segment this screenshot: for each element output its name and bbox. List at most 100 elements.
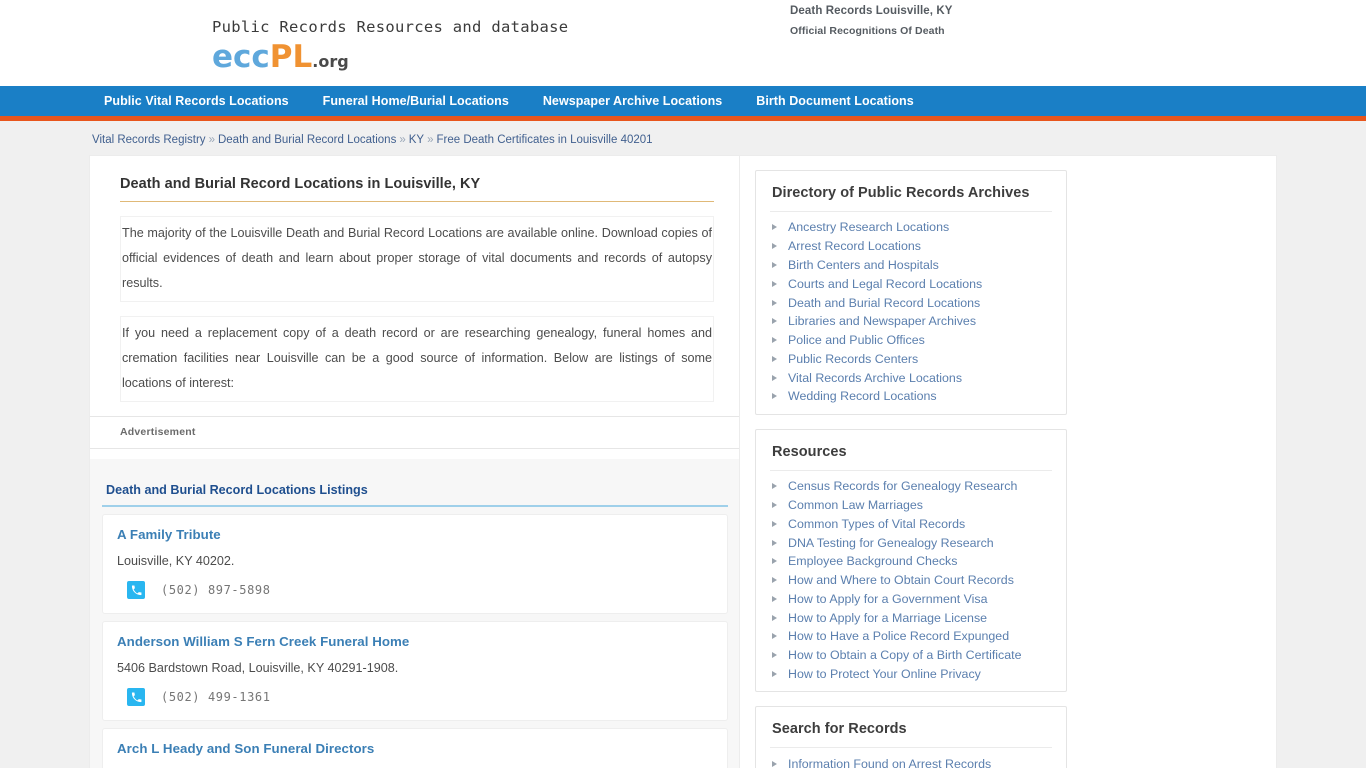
sidebar-link-census-records-for-genealogy-research[interactable]: Census Records for Genealogy Research	[788, 479, 1017, 493]
page-container: Death and Burial Record Locations in Lou…	[90, 156, 1276, 768]
list-item[interactable]: DNA Testing for Genealogy Research	[770, 533, 1052, 552]
listing-phone-row: (502) 499-1361	[117, 688, 713, 706]
listing-item[interactable]: A Family Tribute Louisville, KY 40202. (…	[102, 514, 728, 614]
sidebar-link-courts-and-legal-record-locations[interactable]: Courts and Legal Record Locations	[788, 277, 982, 291]
sidebar-link-police-and-public-offices[interactable]: Police and Public Offices	[788, 333, 925, 347]
list-item[interactable]: Vital Records Archive Locations	[770, 368, 1052, 387]
article: Death and Burial Record Locations in Lou…	[90, 156, 740, 402]
chevron-right-icon	[772, 577, 777, 584]
chevron-right-icon	[772, 558, 777, 565]
nav-inner: Public Vital Records Locations Funeral H…	[90, 86, 1276, 116]
chevron-right-icon	[772, 337, 777, 344]
list-item[interactable]: Common Law Marriages	[770, 496, 1052, 515]
widget-title: Directory of Public Records Archives	[770, 185, 1052, 212]
chevron-right-icon	[772, 614, 777, 621]
sidebar-link-how-to-apply-for-a-marriage-license[interactable]: How to Apply for a Marriage License	[788, 611, 987, 625]
chevron-right-icon	[772, 261, 777, 268]
chevron-right-icon	[772, 595, 777, 602]
listing-phone-number[interactable]: (502) 499-1361	[161, 690, 271, 704]
article-paragraph-2: If you need a replacement copy of a deat…	[120, 316, 714, 402]
list-item[interactable]: Libraries and Newspaper Archives	[770, 312, 1052, 331]
chevron-right-icon	[772, 318, 777, 325]
list-item[interactable]: Courts and Legal Record Locations	[770, 274, 1052, 293]
sidebar-link-how-and-where-to-obtain-court-records[interactable]: How and Where to Obtain Court Records	[788, 573, 1014, 587]
listing-item[interactable]: Arch L Heady and Son Funeral Directors 7…	[102, 728, 728, 768]
logo-part-ecc: ecc	[212, 39, 270, 75]
site-logo[interactable]: eccPL.org	[212, 42, 568, 73]
listing-name[interactable]: A Family Tribute	[117, 527, 713, 542]
list-item[interactable]: Wedding Record Locations	[770, 387, 1052, 406]
list-item[interactable]: Arrest Record Locations	[770, 237, 1052, 256]
page-title: Death and Burial Record Locations in Lou…	[120, 176, 714, 202]
chevron-right-icon	[772, 760, 777, 767]
chevron-right-icon	[772, 652, 777, 659]
nav-item-public-vital-records-locations[interactable]: Public Vital Records Locations	[104, 94, 289, 108]
phone-icon	[127, 688, 145, 706]
chevron-right-icon	[772, 355, 777, 362]
sidebar-link-wedding-record-locations[interactable]: Wedding Record Locations	[788, 389, 937, 403]
header-right-block: Death Records Louisville, KY Official Re…	[790, 5, 953, 37]
list-item[interactable]: Death and Burial Record Locations	[770, 293, 1052, 312]
breadcrumb-link-vital-records-registry[interactable]: Vital Records Registry	[92, 134, 206, 146]
sidebar-link-public-records-centers[interactable]: Public Records Centers	[788, 352, 918, 366]
sidebar-link-how-to-apply-for-a-government-visa[interactable]: How to Apply for a Government Visa	[788, 592, 988, 606]
list-item[interactable]: How to Obtain a Copy of a Birth Certific…	[770, 646, 1052, 665]
list-item[interactable]: Ancestry Research Locations	[770, 218, 1052, 237]
sidebar-link-dna-testing-for-genealogy-research[interactable]: DNA Testing for Genealogy Research	[788, 536, 994, 550]
chevron-right-icon	[772, 520, 777, 527]
breadcrumb-current-page: Free Death Certificates in Louisville 40…	[436, 134, 653, 146]
list-item[interactable]: How to Apply for a Marriage License	[770, 608, 1052, 627]
list-item[interactable]: Information Found on Arrest Records	[770, 754, 1052, 768]
list-item[interactable]: Employee Background Checks	[770, 552, 1052, 571]
listing-phone-number[interactable]: (502) 897-5898	[161, 583, 271, 597]
breadcrumb-separator-2: »	[399, 134, 406, 146]
listing-item[interactable]: Anderson William S Fern Creek Funeral Ho…	[102, 621, 728, 721]
list-item[interactable]: Census Records for Genealogy Research	[770, 477, 1052, 496]
breadcrumb-link-death-and-burial-record-locations[interactable]: Death and Burial Record Locations	[218, 134, 396, 146]
sidebar-link-employee-background-checks[interactable]: Employee Background Checks	[788, 554, 957, 568]
sidebar-link-birth-centers-and-hospitals[interactable]: Birth Centers and Hospitals	[788, 258, 939, 272]
listings-heading: Death and Burial Record Locations Listin…	[102, 483, 728, 507]
list-item[interactable]: Public Records Centers	[770, 349, 1052, 368]
sidebar-link-death-and-burial-record-locations[interactable]: Death and Burial Record Locations	[788, 296, 980, 310]
nav-item-funeral-home-burial-locations[interactable]: Funeral Home/Burial Locations	[323, 94, 509, 108]
breadcrumb-link-ky[interactable]: KY	[409, 134, 424, 146]
nav-item-newspaper-archive-locations[interactable]: Newspaper Archive Locations	[543, 94, 722, 108]
chevron-right-icon	[772, 243, 777, 250]
sidebar-link-vital-records-archive-locations[interactable]: Vital Records Archive Locations	[788, 371, 962, 385]
list-item[interactable]: How to Apply for a Government Visa	[770, 590, 1052, 609]
chevron-right-icon	[772, 539, 777, 546]
list-item[interactable]: How and Where to Obtain Court Records	[770, 571, 1052, 590]
chevron-right-icon	[772, 483, 777, 490]
chevron-right-icon	[772, 671, 777, 678]
widget-link-list: Ancestry Research Locations Arrest Recor…	[770, 218, 1052, 406]
listing-name[interactable]: Arch L Heady and Son Funeral Directors	[117, 741, 713, 756]
sidebar-link-how-to-have-a-police-record-expunged[interactable]: How to Have a Police Record Expunged	[788, 629, 1009, 643]
sidebar-link-common-types-of-vital-records[interactable]: Common Types of Vital Records	[788, 517, 965, 531]
chevron-right-icon	[772, 374, 777, 381]
sidebar-link-information-found-on-arrest-records[interactable]: Information Found on Arrest Records	[788, 757, 991, 768]
list-item[interactable]: How to Protect Your Online Privacy	[770, 665, 1052, 684]
widget-search-for-records: Search for Records Information Found on …	[755, 706, 1067, 768]
list-item[interactable]: How to Have a Police Record Expunged	[770, 627, 1052, 646]
widget-title: Search for Records	[770, 721, 1052, 749]
widget-link-list: Information Found on Arrest Records Morm…	[770, 754, 1052, 768]
list-item[interactable]: Police and Public Offices	[770, 331, 1052, 350]
listing-name[interactable]: Anderson William S Fern Creek Funeral Ho…	[117, 634, 713, 649]
sidebar-link-libraries-and-newspaper-archives[interactable]: Libraries and Newspaper Archives	[788, 314, 976, 328]
site-tagline: Public Records Resources and database	[212, 18, 569, 36]
sidebar-link-how-to-protect-your-online-privacy[interactable]: How to Protect Your Online Privacy	[788, 667, 981, 681]
sidebar-link-ancestry-research-locations[interactable]: Ancestry Research Locations	[788, 220, 949, 234]
list-item[interactable]: Birth Centers and Hospitals	[770, 256, 1052, 275]
nav-item-birth-document-locations[interactable]: Birth Document Locations	[756, 94, 913, 108]
widget-resources: Resources Census Records for Genealogy R…	[755, 428, 1067, 693]
chevron-right-icon	[772, 633, 777, 640]
header-page-subtitle: Official Recognitions Of Death	[790, 25, 945, 37]
brand-block[interactable]: Public Records Resources and database ec…	[212, 18, 568, 73]
sidebar-link-arrest-record-locations[interactable]: Arrest Record Locations	[788, 239, 921, 253]
sidebar-link-common-law-marriages[interactable]: Common Law Marriages	[788, 498, 923, 512]
phone-icon	[127, 581, 145, 599]
list-item[interactable]: Common Types of Vital Records	[770, 514, 1052, 533]
sidebar-link-how-to-obtain-a-copy-of-a-birth-certificate[interactable]: How to Obtain a Copy of a Birth Certific…	[788, 648, 1021, 662]
listing-phone-row: (502) 897-5898	[117, 581, 713, 599]
